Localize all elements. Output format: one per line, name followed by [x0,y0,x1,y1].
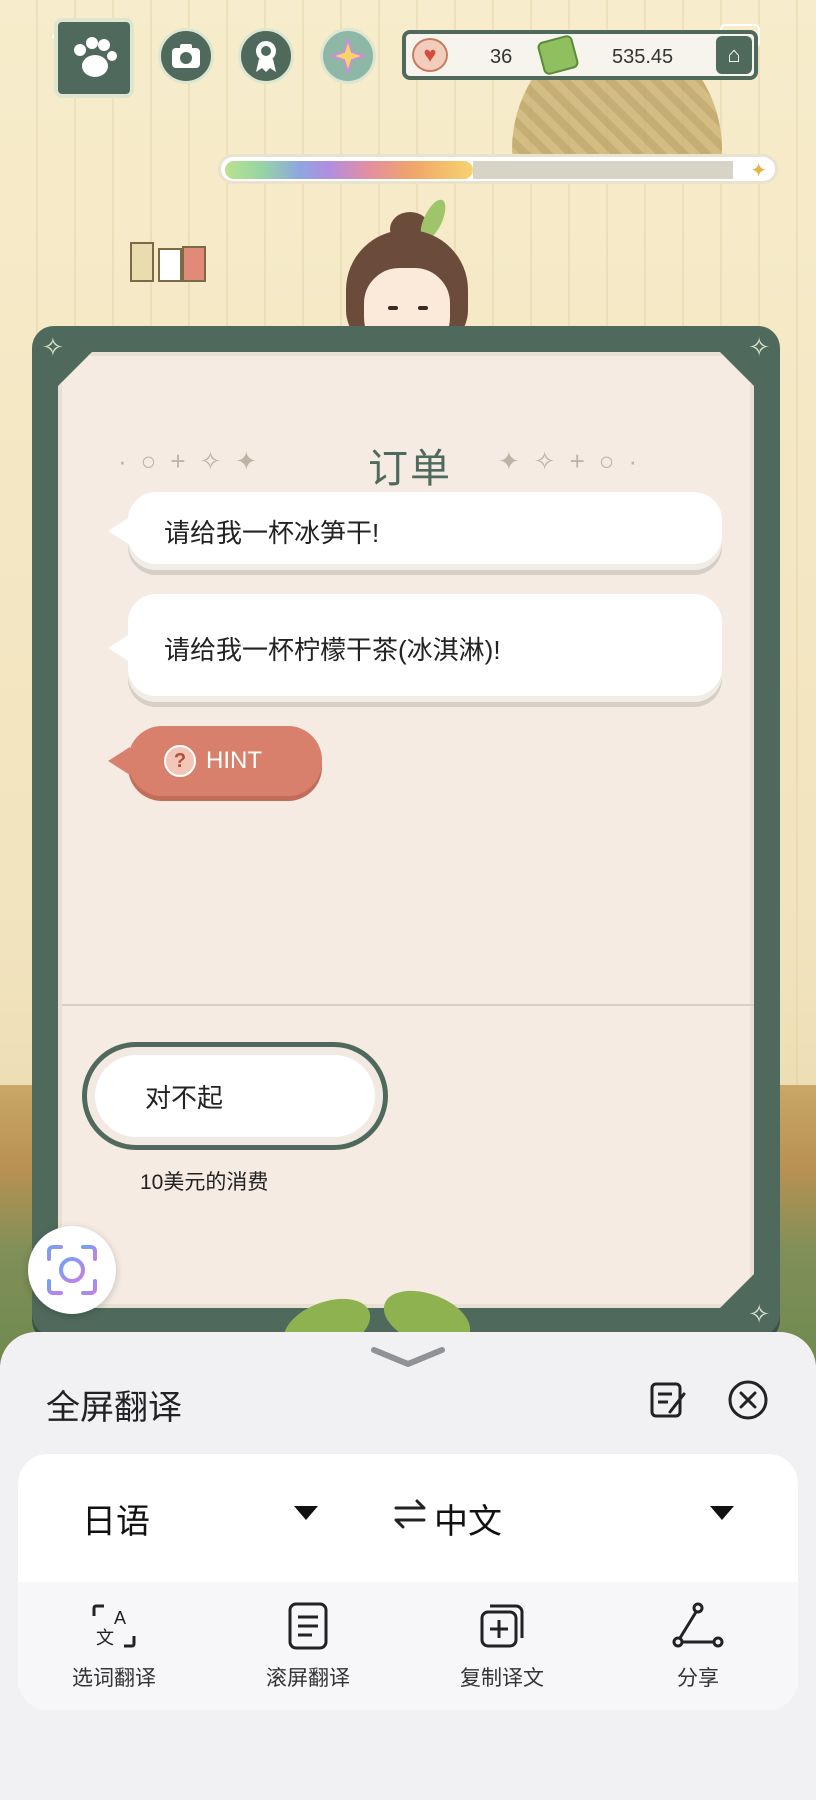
hint-label: HINT [206,747,262,774]
select-translate-icon: A 文 [92,1604,136,1648]
paw-icon [74,37,117,77]
cash-icon [536,33,580,77]
level-progress-bar: ✦ [218,154,778,184]
sorry-label: 对不起 [145,1082,224,1113]
sorry-button[interactable]: 对不起 [82,1042,388,1150]
progress-fill [225,161,473,179]
close-button[interactable] [726,1378,770,1422]
divider [62,1004,758,1006]
sparkle-icon: ✦ [750,160,767,182]
cost-text: 10美元的消费 [140,1171,269,1194]
corner-star-icon: ✧ [748,1299,770,1329]
corner-star-icon: ✧ [748,332,770,362]
svg-text:文: 文 [96,1628,114,1648]
tool-copy-translation[interactable]: 复制译文 [422,1600,582,1692]
tool-select-translate[interactable]: A 文 选词翻译 [34,1600,194,1692]
sparkle-star-icon [330,38,366,74]
chevron-down-icon [371,1347,445,1367]
copy-translation-icon [480,1604,524,1648]
order-board: ✧ ✧ ✧ ·○+✧✦ 订单 ✦✧+○· 请给我一杯冰笋干! 请给我一杯柠檬干茶… [32,326,780,1336]
tool-scroll-translate[interactable]: 滚屏翻译 [228,1600,388,1692]
currency-counter: ♥ 36 535.45 ⌂ [402,30,758,80]
scroll-translate-icon [288,1602,328,1650]
source-language[interactable]: 日语 [82,1494,150,1543]
progress-remaining [473,161,733,179]
order-bubble: 请给我一杯冰笋干! [128,492,722,570]
tool-label: 滚屏翻译 [266,1667,350,1690]
corner-star-icon: ✧ [42,332,64,362]
order-title: 订单 [368,447,452,491]
achievement-button[interactable] [238,28,294,84]
share-icon [672,1602,724,1648]
translate-tools: A 文 选词翻译 滚屏翻译 复制译文 分享 [18,1582,798,1710]
tool-label: 分享 [677,1667,719,1690]
fullscreen-translate-panel: 全屏翻译 日语 中文 A 文 选词翻译 滚屏翻译 复制译文 分享 [0,1332,816,1800]
paw-menu-button[interactable] [54,18,134,98]
order-text: 请给我一杯柠檬干茶(冰淇淋)! [164,634,501,665]
question-icon: ? [164,745,196,777]
hearts-count: 36 [490,46,513,68]
basket-icon: ⌂ [727,42,741,67]
tool-share[interactable]: 分享 [618,1600,778,1692]
hint-button[interactable]: ? HINT [128,726,322,796]
close-icon [728,1380,768,1420]
order-bubble: 请给我一杯柠檬干茶(冰淇淋)! [128,594,722,702]
language-selector-row: 日语 中文 [18,1454,798,1582]
swap-languages-icon[interactable] [390,1494,430,1534]
order-text: 请给我一杯冰笋干! [164,517,380,548]
edit-note-icon [650,1382,686,1418]
title-decoration-right: ✦✧+○· [498,446,652,476]
ribbon-icon [256,41,276,72]
target-language[interactable]: 中文 [434,1494,502,1543]
edit-button[interactable] [646,1378,690,1422]
camera-icon [172,44,200,68]
collapse-handle[interactable] [368,1342,448,1375]
heart-icon: ♥ [412,38,448,72]
scan-lens-icon [47,1245,97,1295]
language-card: 日语 中文 A 文 选词翻译 滚屏翻译 复制译文 分享 [18,1454,798,1710]
target-dropdown-icon[interactable] [710,1506,734,1520]
panel-title: 全屏翻译 [46,1389,182,1427]
tool-label: 选词翻译 [72,1667,156,1690]
svg-text:A: A [114,1608,126,1628]
tool-label: 复制译文 [460,1667,544,1690]
source-dropdown-icon[interactable] [294,1506,318,1520]
star-button[interactable] [320,28,376,84]
screen-translate-fab[interactable] [28,1226,116,1314]
shop-basket-button[interactable]: ⌂ [716,36,752,74]
order-card: ·○+✧✦ 订单 ✦✧+○· 请给我一杯冰笋干! 请给我一杯柠檬干茶(冰淇淋)!… [58,352,754,1308]
money-amount: 535.45 [612,46,674,68]
camera-button[interactable] [158,28,214,84]
